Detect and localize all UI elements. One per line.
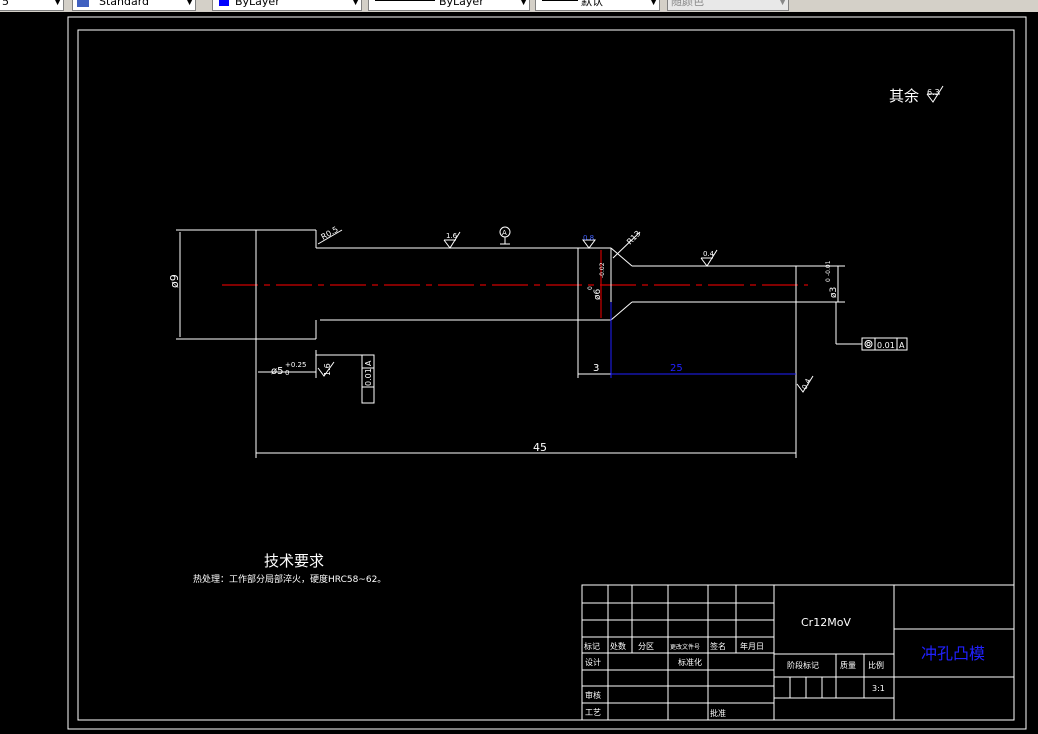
inner-border xyxy=(77,29,1015,721)
datum-label: A xyxy=(502,229,507,237)
roughness-rest-label: 其余 xyxy=(889,87,919,105)
title-header-sign: 签名 xyxy=(710,641,726,651)
title-stage-mark: 阶段标记 xyxy=(787,660,819,670)
text-style-icon xyxy=(77,0,89,7)
dim-style-value: 5 xyxy=(2,0,9,8)
dim-dia9-text: ø9 xyxy=(168,274,181,288)
plot-style-value: 随颜色 xyxy=(671,0,704,8)
lineweight-value: 默认 xyxy=(581,0,603,8)
dim-dia5-tol-lower: 0 xyxy=(285,369,289,377)
title-header-zone: 分区 xyxy=(638,642,654,651)
dim-dia3-text: ø3 xyxy=(829,287,839,298)
tech-req-title: 技术要求 xyxy=(264,552,324,570)
plot-style-combo[interactable]: 随颜色 ▼ xyxy=(667,0,789,11)
chevron-down-icon[interactable]: ▼ xyxy=(352,0,359,8)
dim-style-combo[interactable]: 5 ▼ xyxy=(0,0,64,11)
roughness-r04-value: 0.4 xyxy=(703,250,715,258)
title-process: 工艺 xyxy=(585,708,601,717)
dim-dia5-tol-upper: +0.25 xyxy=(285,361,306,369)
color-swatch-icon xyxy=(219,0,229,6)
title-header-mark: 标记 xyxy=(584,641,600,651)
dim-len25-text: 25 xyxy=(670,363,683,374)
dim-r13-text: R13 xyxy=(625,229,643,247)
dim-dia6-text: ø6 xyxy=(593,288,603,300)
title-scale: 比例 xyxy=(868,660,884,670)
title-standardize: 标准化 xyxy=(678,657,702,667)
tolerance-left-value: 0.01 xyxy=(364,368,373,386)
tolerance-frame-right xyxy=(835,302,908,351)
title-header-change-doc: 更改文件号 xyxy=(670,643,700,651)
dim-r05-text: R0.5 xyxy=(320,225,340,242)
title-part-name: 冲孔凸模 xyxy=(921,644,985,663)
properties-toolbar: 5 ▼ Standard ▼ ByLayer ▼ ByLayer ▼ 默认 ▼ … xyxy=(0,0,1038,12)
title-header-date: 年月日 xyxy=(740,641,764,651)
dim-len45-text: 45 xyxy=(533,441,547,454)
chevron-down-icon[interactable]: ▼ xyxy=(650,0,657,8)
roughness-r16-value: 1.6 xyxy=(323,363,332,376)
color-combo[interactable]: ByLayer ▼ xyxy=(212,0,362,11)
title-weight: 质量 xyxy=(840,660,856,670)
dim-len3-text: 3 xyxy=(593,363,599,374)
text-style-value: Standard xyxy=(99,0,150,8)
chevron-down-icon[interactable]: ▼ xyxy=(779,0,786,8)
title-scale-value: 3:1 xyxy=(872,684,885,693)
linetype-value: ByLayer xyxy=(439,0,484,8)
chevron-down-icon[interactable]: ▼ xyxy=(186,0,193,8)
line-sample-icon xyxy=(375,0,435,1)
tolerance-right-value: 0.01 xyxy=(877,341,895,350)
roughness-r08-value: 0.8 xyxy=(583,234,594,242)
outer-border xyxy=(67,16,1027,730)
tolerance-right-datum: A xyxy=(899,341,905,350)
linetype-combo[interactable]: ByLayer ▼ xyxy=(368,0,530,11)
tech-req-text: 热处理：工作部分局部淬火，硬度HRC58~62。 xyxy=(193,573,386,585)
chevron-down-icon[interactable]: ▼ xyxy=(520,0,527,8)
title-design: 设计 xyxy=(585,657,601,667)
roughness-rest-value: 6.3 xyxy=(927,88,940,97)
dim-dia5-text: ø5 xyxy=(271,366,283,377)
chevron-down-icon[interactable]: ▼ xyxy=(54,0,61,8)
drawing-canvas[interactable]: 其余 6.3 ø9 ø5 +0.25 0 0.01 A 1.6 R0.5 1.6… xyxy=(0,12,1038,734)
dim-dia3-tol-lower: -0.01 xyxy=(825,260,832,276)
title-check: 审核 xyxy=(585,690,601,700)
title-approve: 批准 xyxy=(710,708,726,718)
extension-lines xyxy=(255,265,845,458)
line-sample-icon xyxy=(542,0,578,1)
dim-dia6-tol-upper: 0 xyxy=(587,286,594,290)
tolerance-left-datum: A xyxy=(364,360,373,366)
text-style-combo[interactable]: Standard ▼ xyxy=(72,0,196,11)
roughness-r15-value: 1.6 xyxy=(446,232,458,240)
color-value: ByLayer xyxy=(235,0,280,8)
lineweight-combo[interactable]: 默认 ▼ xyxy=(535,0,660,11)
dim-dia6-tol-lower: -0.02 xyxy=(599,262,606,278)
title-header-count: 处数 xyxy=(610,641,626,651)
dim-dia3-tol-upper: 0 xyxy=(825,278,832,282)
title-material: Cr12MoV xyxy=(801,616,851,629)
